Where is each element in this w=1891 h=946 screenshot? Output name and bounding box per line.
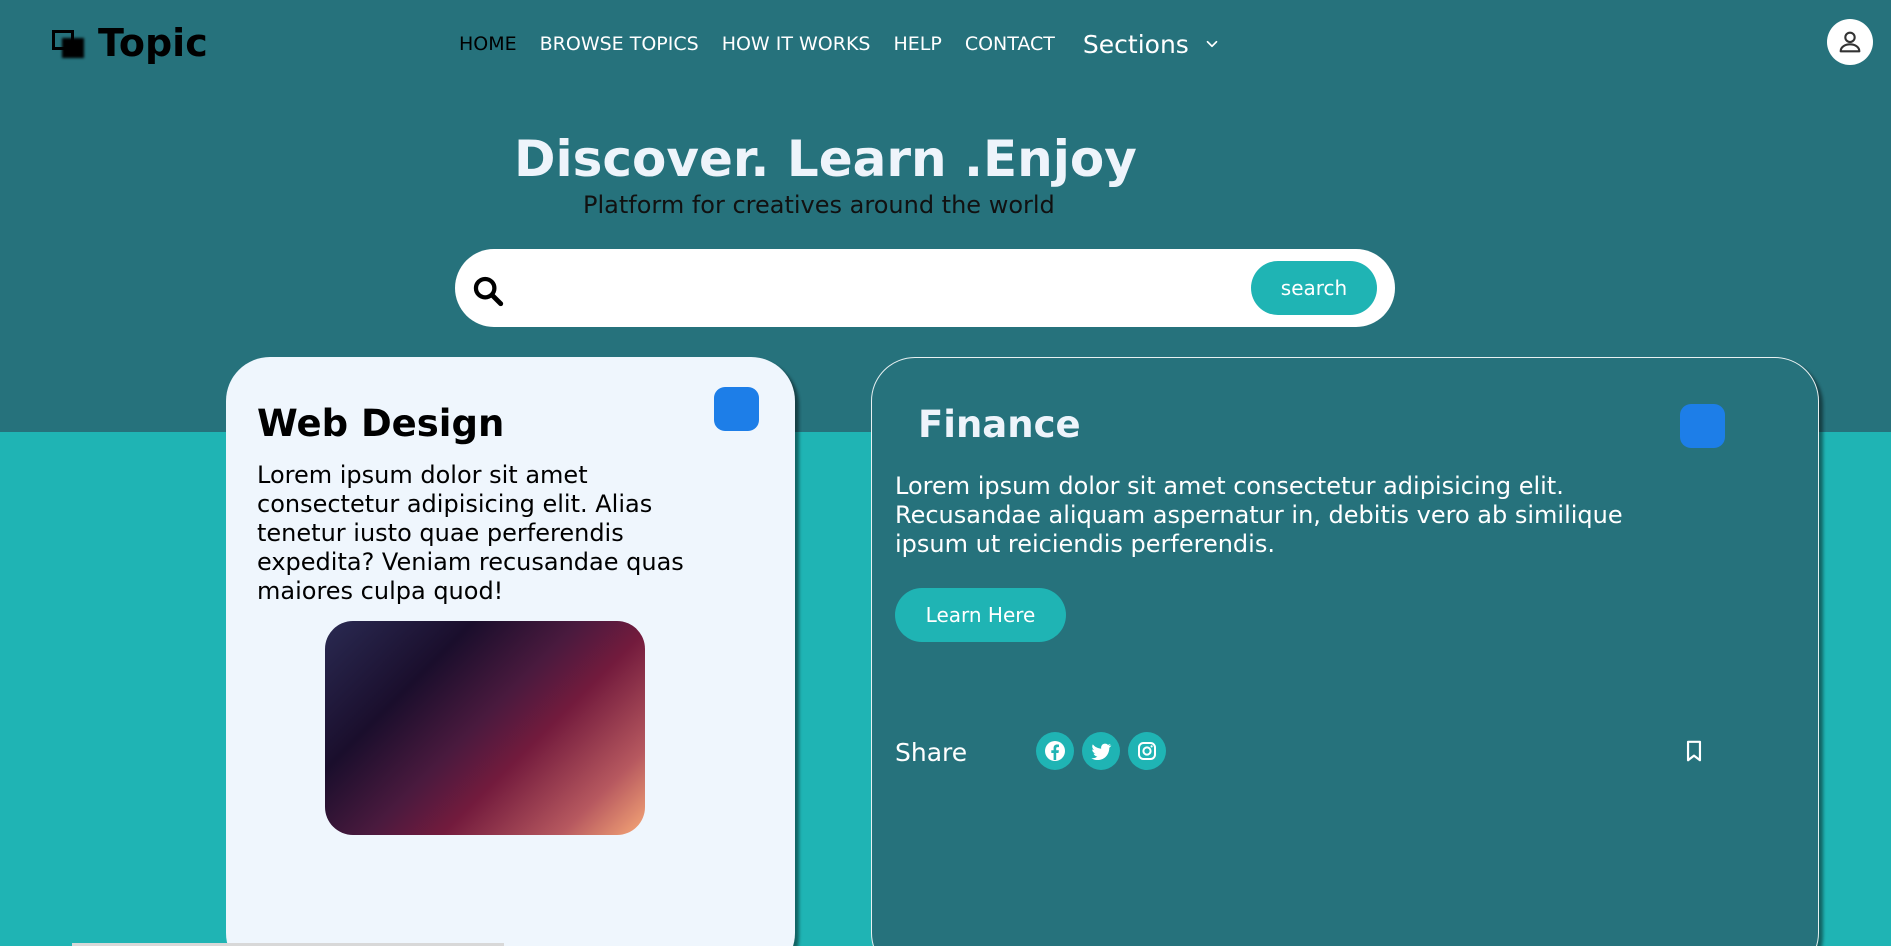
user-avatar-button[interactable]	[1827, 19, 1873, 65]
card-badge	[714, 387, 759, 431]
nav-browse-topics[interactable]: BROWSE TOPICS	[540, 33, 699, 55]
hero-title: Discover. Learn .Enjoy	[514, 130, 1137, 188]
card-web-design: Web Design Lorem ipsum dolor sit amet co…	[226, 357, 795, 946]
search-button[interactable]: search	[1251, 261, 1377, 315]
nav-help[interactable]: HELP	[893, 33, 941, 55]
hero-subtitle: Platform for creatives around the world	[583, 191, 1055, 219]
learn-here-button[interactable]: Learn Here	[895, 588, 1066, 642]
nav-sections-dropdown[interactable]: Sections	[1083, 30, 1221, 59]
instagram-icon	[1138, 742, 1156, 760]
card-image	[325, 621, 645, 835]
card-title: Web Design	[257, 402, 505, 445]
search-icon	[473, 276, 504, 307]
share-label: Share	[895, 738, 968, 767]
card-title: Finance	[918, 403, 1081, 446]
instagram-button[interactable]	[1128, 732, 1166, 770]
search-input[interactable]	[505, 263, 1251, 313]
logo-icon	[52, 28, 86, 58]
card-badge	[1680, 404, 1725, 448]
facebook-icon	[1045, 741, 1065, 761]
logo-text: Topic	[98, 21, 208, 65]
bookmark-icon	[1686, 740, 1702, 762]
main-nav: HOME BROWSE TOPICS HOW IT WORKS HELP CON…	[459, 30, 1221, 59]
user-icon	[1839, 31, 1861, 53]
nav-home[interactable]: HOME	[459, 33, 517, 55]
nav-contact[interactable]: CONTACT	[965, 33, 1055, 55]
search-bar: search	[455, 249, 1395, 327]
twitter-icon	[1091, 743, 1112, 760]
facebook-button[interactable]	[1036, 732, 1074, 770]
nav-sections-label: Sections	[1082, 29, 1189, 59]
chevron-down-icon	[1206, 40, 1218, 48]
twitter-button[interactable]	[1082, 732, 1120, 770]
card-description: Lorem ipsum dolor sit amet consectetur a…	[895, 472, 1623, 558]
card-description: Lorem ipsum dolor sit amet consectetur a…	[257, 461, 684, 605]
card-finance: Finance Lorem ipsum dolor sit amet conse…	[871, 357, 1819, 946]
nav-how-it-works[interactable]: HOW IT WORKS	[722, 33, 871, 55]
logo[interactable]: Topic	[52, 20, 208, 66]
bookmark-button[interactable]	[1678, 735, 1710, 767]
